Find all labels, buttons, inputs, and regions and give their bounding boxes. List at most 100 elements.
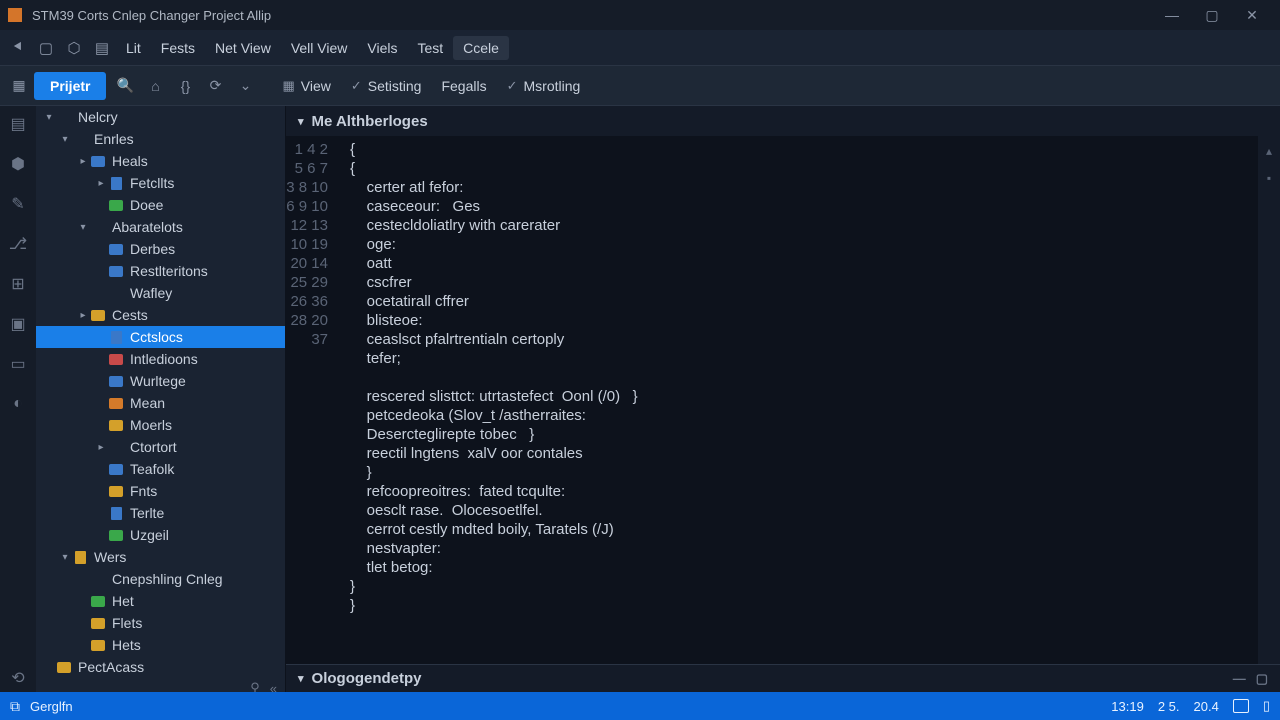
menu-item-lit[interactable]: Lit [116,36,151,60]
status-item[interactable]: 13:19 [1111,699,1144,714]
bug-icon[interactable]: ⬢ [4,150,32,178]
marker-icon[interactable]: ▪ [1267,169,1271,188]
menu-item-test[interactable]: Test [407,36,453,60]
tree-item[interactable]: Flets [36,612,285,634]
tree-item[interactable]: ▾Enrles [36,128,285,150]
panel-icon: ▦ [282,78,294,94]
save-icon[interactable]: ▤ [88,34,116,62]
debug-icon[interactable]: ▣ [4,310,32,338]
panel-title: Ologogendetpy [312,670,422,687]
bottom-panel-header[interactable]: ▾ Ologogendetpy — ▢ [286,664,1280,692]
app-icon [8,8,22,22]
tree-label: Cests [112,307,148,323]
chevron-down-icon: ▾ [298,115,304,128]
layout-icon[interactable]: ▭ [4,350,32,378]
tree-item[interactable]: Terlte [36,502,285,524]
toolbar-results[interactable]: Fegalls [431,74,496,98]
ic-folder-g-icon [90,594,106,608]
tree-label: Derbes [130,241,175,257]
ic-folder-y-icon [90,308,106,322]
blank-icon [90,572,106,586]
window-title: STM39 Corts Cnlep Changer Project Allip [32,8,271,23]
tree-label: Fetcllts [130,175,174,191]
explorer-icon[interactable]: ▤ [4,110,32,138]
twisty-icon: ▾ [58,134,72,145]
tree-item[interactable]: Moerls [36,414,285,436]
tree-item[interactable]: Uzgeil [36,524,285,546]
minimize-button[interactable]: — [1152,0,1192,30]
tree-label: Het [112,593,134,609]
search-icon[interactable]: 🔍 [111,72,139,100]
status-left-label[interactable]: Gerglfn [30,699,73,714]
tree-item[interactable]: Intledioons [36,348,285,370]
tree-item[interactable]: ▸Heals [36,150,285,172]
tree-item[interactable]: Het [36,590,285,612]
project-tab[interactable]: Prijetr [34,72,106,100]
tree-item[interactable]: Cnepshling Cnleg [36,568,285,590]
blank-icon [108,286,124,300]
tree-item[interactable]: Restlteritons [36,260,285,282]
menu-item-fests[interactable]: Fests [151,36,205,60]
toolbar-view[interactable]: ▦View [272,74,340,98]
sidebar: ▾Nelcry▾Enrles▸Heals▸FetclltsDoee▾Abarat… [36,106,286,692]
tree-item[interactable]: Teafolk [36,458,285,480]
refresh-icon[interactable]: ⟳ [201,72,229,100]
extensions-icon[interactable]: ⊞ [4,270,32,298]
menu-item-ccele[interactable]: Ccele [453,36,509,60]
pin-icon[interactable]: ⚲ [250,680,260,692]
ic-file-b-icon [108,506,124,520]
branch-icon[interactable]: ⎇ [4,230,32,258]
sync-icon[interactable]: ⟲ [4,664,32,692]
panel-minimize-icon[interactable]: — [1233,671,1246,686]
tree-item[interactable]: Derbes [36,238,285,260]
menu-item-net view[interactable]: Net View [205,36,281,60]
braces-icon[interactable]: {} [171,72,199,100]
status-end-icon[interactable]: ▯ [1263,698,1270,714]
toolbar-monitoring[interactable]: ✓Msrotling [497,74,591,98]
toolbar-settings[interactable]: ✓Setisting [341,74,432,98]
collapse-icon[interactable]: « [270,681,277,693]
status-item[interactable]: 2 5. [1158,699,1180,714]
home-icon[interactable]: ⌂ [141,72,169,100]
terminal-icon[interactable]: ⧉ [10,698,20,715]
close-button[interactable]: ✕ [1232,0,1272,30]
blank-icon [72,132,88,146]
marker-icon[interactable]: ▴ [1266,142,1272,161]
menu-item-viels[interactable]: Viels [357,36,407,60]
tree-item[interactable]: Wafley [36,282,285,304]
tree-item[interactable]: Cctslocs [36,326,285,348]
tree-item[interactable]: Wurltege [36,370,285,392]
tree-item[interactable]: Fnts [36,480,285,502]
tree-item[interactable]: ▾Abaratelots [36,216,285,238]
tree-item[interactable]: ▸Fetcllts [36,172,285,194]
editor-right-rail: ▴ ▪ [1258,136,1280,664]
tree-item[interactable]: Mean [36,392,285,414]
sidebar-footer: ⚲ « [36,678,285,692]
status-item[interactable]: 20.4 [1194,699,1219,714]
tree-item[interactable]: PectAcass [36,656,285,678]
blank-icon [56,110,72,124]
tool-icon[interactable]: ✎ [4,190,32,218]
tree-item[interactable]: ▾Nelcry [36,106,285,128]
menu-item-vell view[interactable]: Vell View [281,36,358,60]
tree-item[interactable]: Hets [36,634,285,656]
grid-icon[interactable]: ▦ [5,72,33,100]
ic-folder-b-icon [108,264,124,278]
shield-icon[interactable]: ⬡ [60,34,88,62]
twisty-icon: ▾ [76,222,90,233]
editor-header[interactable]: ▾ Me Althberloges [286,106,1280,136]
tree-item[interactable]: ▸Ctortort [36,436,285,458]
status-box-icon[interactable] [1233,699,1249,713]
tree-item[interactable]: Doee [36,194,285,216]
code-area[interactable]: { { certer atl fefor: caseceour: Ges ces… [342,136,1258,664]
tree-label: Wers [94,549,126,565]
back-icon[interactable]: ⯇ [4,34,32,62]
panel-maximize-icon[interactable]: ▢ [1256,671,1268,687]
database-icon[interactable]: ◐ [4,390,32,418]
maximize-button[interactable]: ▢ [1192,0,1232,30]
chevron-down-icon[interactable]: ⌄ [231,72,259,100]
window-icon[interactable]: ▢ [32,34,60,62]
blank-icon [108,440,124,454]
tree-item[interactable]: ▾Wers [36,546,285,568]
tree-item[interactable]: ▸Cests [36,304,285,326]
